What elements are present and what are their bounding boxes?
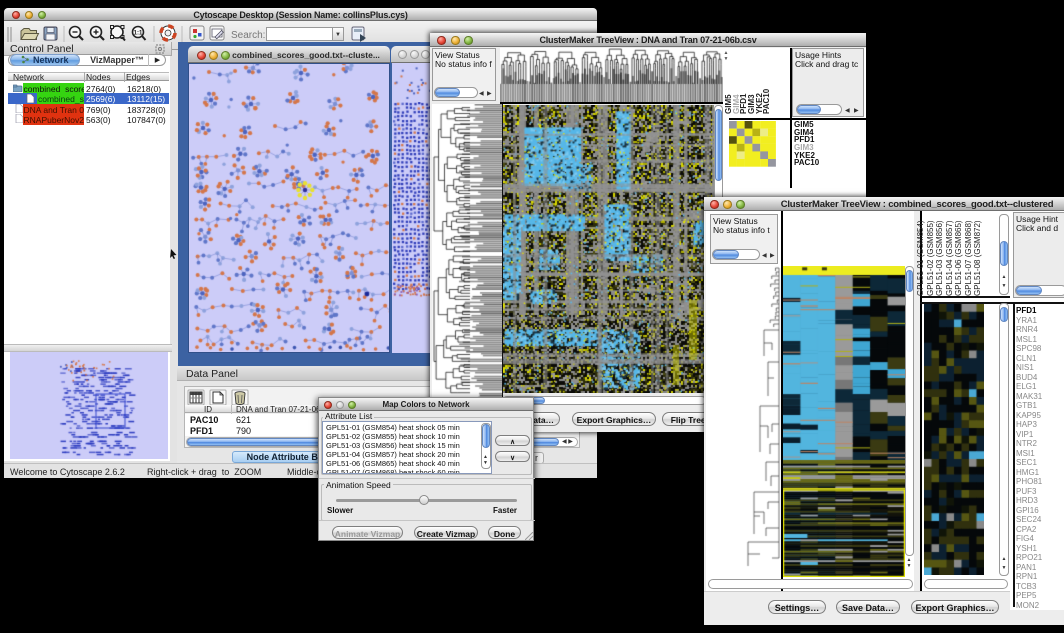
svg-text:1:1: 1:1 <box>134 31 143 37</box>
